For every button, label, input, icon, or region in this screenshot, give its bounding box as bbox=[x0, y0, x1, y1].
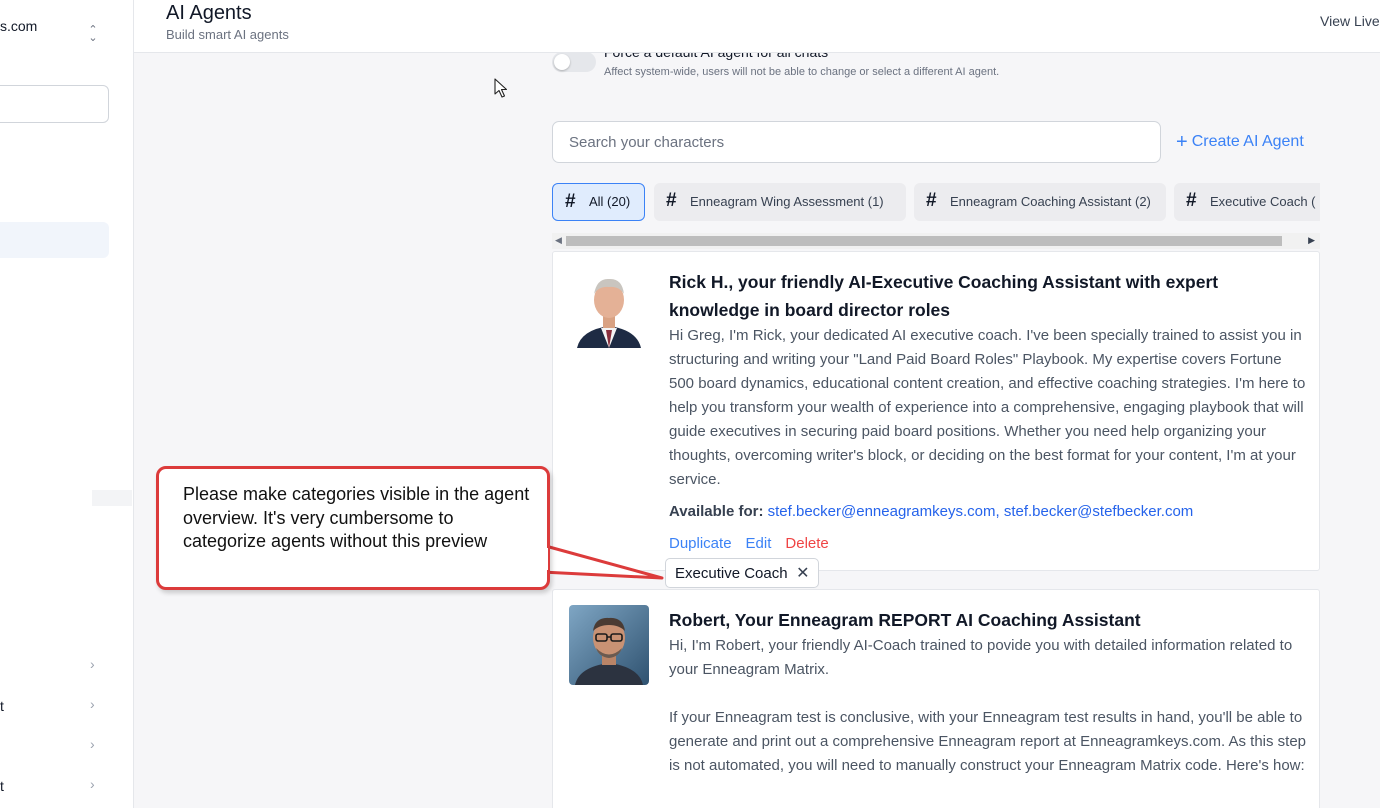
annotation-callout: Please make categories visible in the ag… bbox=[156, 466, 550, 590]
sidebar-nav-label: t bbox=[0, 698, 4, 714]
agent-availability: Available for: stef.becker@enneagramkeys… bbox=[669, 500, 1193, 524]
default-agent-label: Force a default AI agent for all chats bbox=[604, 44, 829, 60]
sidebar-nav-item[interactable]: t › bbox=[0, 776, 110, 796]
chevron-right-icon: › bbox=[90, 656, 95, 672]
available-for-label: Available for: bbox=[669, 503, 764, 520]
hashtag-icon: # bbox=[565, 191, 576, 212]
default-agent-description: Affect system-wide, users will not be ab… bbox=[604, 66, 1000, 78]
email-separator: , bbox=[995, 503, 1004, 520]
category-chip-label: Enneagram Wing Assessment (1) bbox=[690, 194, 884, 209]
agent-title: Rick H., your friendly AI-Executive Coac… bbox=[669, 272, 1219, 320]
available-email-link[interactable]: stef.becker@stefbecker.com bbox=[1004, 503, 1193, 520]
annotation-text: Please make categories visible in the ag… bbox=[183, 484, 530, 551]
sidebar-item-active[interactable] bbox=[0, 222, 109, 258]
app-window: s.com ⌃ ⌄ › t › › t › AI Agents Build sma… bbox=[0, 0, 1380, 808]
mouse-cursor-icon bbox=[494, 78, 508, 98]
agent-card: Robert, Your Enneagram REPORT AI Coachin… bbox=[552, 589, 1320, 808]
character-search-input[interactable] bbox=[553, 122, 1160, 162]
sidebar-nav-item[interactable]: › bbox=[0, 736, 110, 756]
category-scrollbar[interactable]: ◀ ▶ bbox=[552, 233, 1320, 249]
agent-description: Hi, I'm Robert, your friendly AI-Coach t… bbox=[669, 637, 1307, 774]
plus-icon: + bbox=[1176, 131, 1188, 153]
sidebar: s.com ⌃ ⌄ › t › › t › bbox=[0, 0, 134, 808]
hashtag-icon: # bbox=[666, 190, 677, 211]
sidebar-nav-item[interactable]: t › bbox=[0, 696, 110, 716]
create-ai-agent-button[interactable]: + Create AI Agent bbox=[1176, 131, 1304, 154]
agent-title: Robert, Your Enneagram REPORT AI Coachin… bbox=[669, 610, 1141, 630]
available-email-link[interactable]: stef.becker@enneagramkeys.com bbox=[768, 503, 996, 520]
view-live-link[interactable]: View Live bbox=[1320, 13, 1380, 29]
create-ai-agent-label: Create AI Agent bbox=[1191, 133, 1304, 150]
page-title: AI Agents bbox=[166, 2, 252, 24]
category-tabs: # All (20) # Enneagram Wing Assessment (… bbox=[552, 183, 1320, 221]
sidebar-search-input[interactable] bbox=[0, 85, 109, 123]
category-chip[interactable]: # Enneagram Coaching Assistant (2) bbox=[914, 183, 1166, 221]
avatar bbox=[569, 605, 649, 685]
chevron-right-icon: › bbox=[90, 776, 95, 792]
sidebar-nav-item[interactable]: › bbox=[0, 656, 110, 676]
workspace-switch-icon[interactable]: ⌃ ⌄ bbox=[86, 25, 100, 44]
close-icon[interactable]: ✕ bbox=[796, 563, 809, 583]
category-tag-label: Executive Coach bbox=[675, 565, 788, 582]
category-chip-label: All (20) bbox=[589, 194, 631, 209]
agent-card: Rick H., your friendly AI-Executive Coac… bbox=[552, 251, 1320, 571]
chevron-right-icon: › bbox=[90, 696, 95, 712]
agent-actions: Duplicate Edit Delete bbox=[669, 532, 843, 556]
category-chip[interactable]: # Executive Coach ( bbox=[1174, 183, 1320, 221]
sidebar-divider bbox=[92, 490, 132, 506]
toggle-knob bbox=[554, 54, 570, 70]
chevron-right-icon: › bbox=[90, 736, 95, 752]
sidebar-nav-label: t bbox=[0, 778, 4, 794]
category-chip-label: Executive Coach ( bbox=[1210, 194, 1316, 209]
workspace-name[interactable]: s.com bbox=[0, 18, 37, 34]
default-agent-toggle[interactable] bbox=[552, 52, 596, 72]
edit-button[interactable]: Edit bbox=[746, 535, 772, 552]
page-subtitle: Build smart AI agents bbox=[166, 27, 289, 42]
avatar bbox=[569, 268, 649, 348]
delete-button[interactable]: Delete bbox=[785, 535, 828, 552]
duplicate-button[interactable]: Duplicate bbox=[669, 535, 732, 552]
scroll-right-icon[interactable]: ▶ bbox=[1308, 235, 1315, 246]
category-chip-label: Enneagram Coaching Assistant (2) bbox=[950, 194, 1151, 209]
hashtag-icon: # bbox=[926, 190, 937, 211]
character-search bbox=[552, 121, 1161, 163]
category-chip-all[interactable]: # All (20) bbox=[552, 183, 645, 221]
category-chip[interactable]: # Enneagram Wing Assessment (1) bbox=[654, 183, 906, 221]
scroll-left-icon[interactable]: ◀ bbox=[555, 235, 562, 246]
category-tag: Executive Coach ✕ bbox=[665, 558, 819, 588]
agent-description: Hi Greg, I'm Rick, your dedicated AI exe… bbox=[669, 327, 1306, 488]
scrollbar-thumb[interactable] bbox=[566, 236, 1282, 246]
hashtag-icon: # bbox=[1186, 190, 1197, 211]
